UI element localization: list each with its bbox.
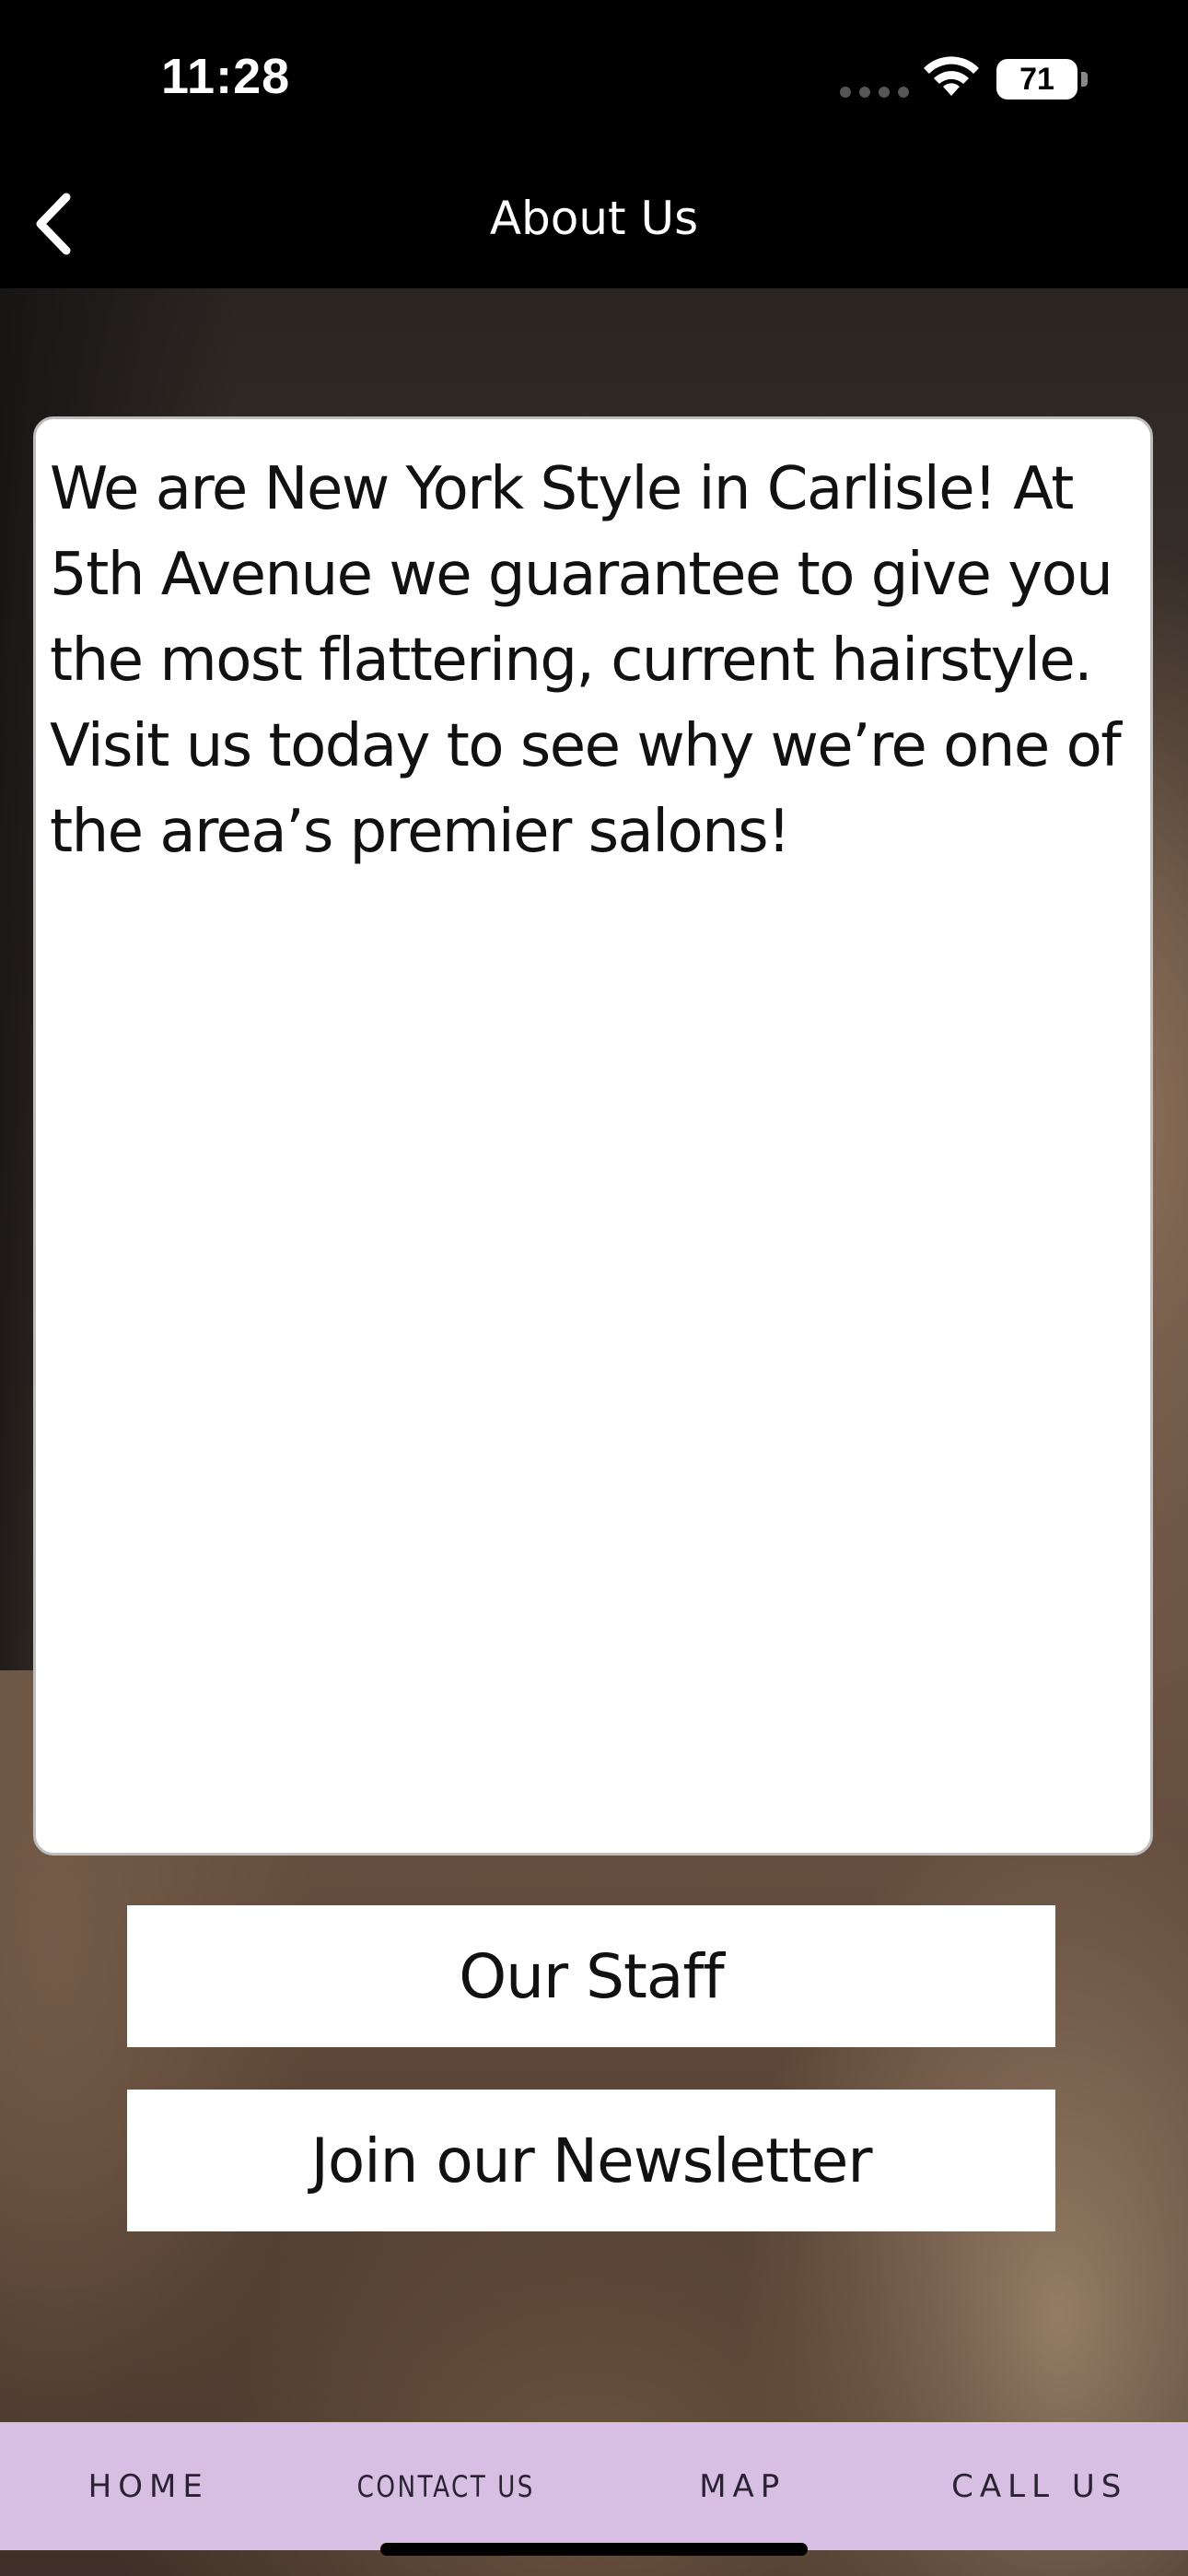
cellular-signal-icon xyxy=(840,87,909,98)
tab-map[interactable]: MAP xyxy=(594,2468,891,2505)
tab-call-us[interactable]: CALL US xyxy=(891,2468,1188,2505)
home-indicator[interactable] xyxy=(380,2543,808,2556)
battery-tip xyxy=(1081,72,1088,87)
status-time: 11:28 xyxy=(161,49,291,104)
page-title: About Us xyxy=(489,192,699,245)
our-staff-button[interactable]: Our Staff xyxy=(127,1905,1055,2047)
tab-home[interactable]: HOME xyxy=(0,2468,297,2505)
app-screen: 11:28 71 About Us We are New York Style … xyxy=(0,0,1188,2576)
about-text-card: We are New York Style in Carlisle! At 5t… xyxy=(33,416,1153,1856)
about-description: We are New York Style in Carlisle! At 5t… xyxy=(50,455,1122,866)
wifi-icon xyxy=(924,56,979,96)
tab-contact-us[interactable]: CONTACT US xyxy=(324,2469,567,2504)
battery-level: 71 xyxy=(1019,62,1054,97)
status-bar: 11:28 71 xyxy=(0,0,1188,166)
navigation-bar: About Us xyxy=(0,166,1188,288)
join-newsletter-button[interactable]: Join our Newsletter xyxy=(127,2090,1055,2231)
bottom-tab-bar: HOME CONTACT US MAP CALL US xyxy=(0,2422,1188,2550)
